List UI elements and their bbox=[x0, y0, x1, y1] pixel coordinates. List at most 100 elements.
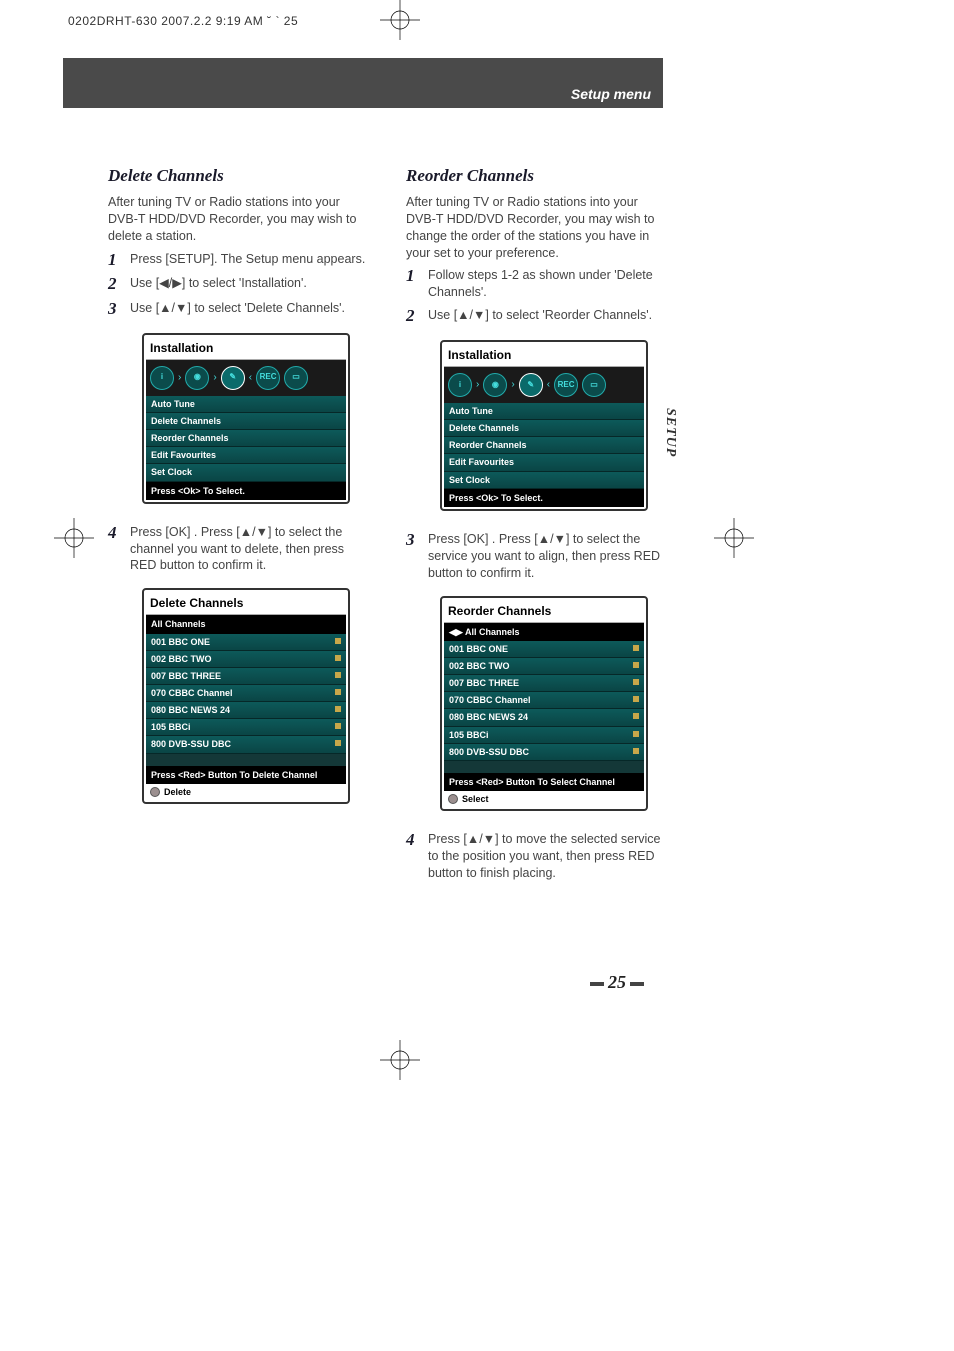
globe-icon: ◉ bbox=[483, 373, 507, 397]
step-number: 2 bbox=[108, 275, 130, 294]
channel-row[interactable]: 080 BBC NEWS 24 bbox=[444, 709, 644, 726]
channel-row[interactable]: 002 BBC TWO bbox=[146, 651, 346, 668]
marker-icon bbox=[335, 740, 341, 746]
osd-menu-item[interactable]: Reorder Channels bbox=[146, 430, 346, 447]
osd-installation: Installation i › ◉ › ✎ ‹ REC ▭ Auto Tune… bbox=[440, 340, 648, 511]
osd-reorder-channels: Reorder Channels ◀▶ All Channels 001 BBC… bbox=[440, 596, 648, 812]
step-text: Use [◀/▶] to select 'Installation'. bbox=[130, 275, 370, 294]
osd-footer: Press <Ok> To Select. bbox=[146, 482, 346, 500]
section-title-delete: Delete Channels bbox=[108, 165, 370, 188]
channel-row[interactable]: 105 BBCi bbox=[146, 719, 346, 736]
osd-title: Delete Channels bbox=[146, 592, 346, 615]
osd-footer: Press <Red> Button To Delete Channel bbox=[146, 766, 346, 784]
step-number: 2 bbox=[406, 307, 428, 326]
crop-mark-right bbox=[714, 518, 754, 563]
osd-delete-channels: Delete Channels All Channels 001 BBC ONE… bbox=[142, 588, 350, 804]
step-text: Use [▲/▼] to select 'Reorder Channels'. bbox=[428, 307, 668, 326]
osd-title: Installation bbox=[146, 337, 346, 360]
tv-icon: ▭ bbox=[284, 366, 308, 390]
step-number: 3 bbox=[406, 531, 428, 582]
osd-icon-row: i › ◉ › ✎ ‹ REC ▭ bbox=[444, 367, 644, 403]
marker-icon bbox=[633, 713, 639, 719]
crop-mark-left bbox=[54, 518, 94, 563]
info-icon: i bbox=[448, 373, 472, 397]
osd-title: Installation bbox=[444, 344, 644, 367]
channel-row[interactable]: 800 DVB-SSU DBC bbox=[146, 736, 346, 753]
osd-menu-item[interactable]: Reorder Channels bbox=[444, 437, 644, 454]
osd-footer: Press <Ok> To Select. bbox=[444, 489, 644, 507]
page-bar-icon bbox=[630, 982, 644, 986]
chevron-left-icon: ‹ bbox=[547, 378, 550, 392]
step-text: Press [OK] . Press [▲/▼] to select the s… bbox=[428, 531, 668, 582]
osd-menu-item[interactable]: Set Clock bbox=[444, 472, 644, 489]
globe-icon: ◉ bbox=[185, 366, 209, 390]
osd-icon-row: i › ◉ › ✎ ‹ REC ▭ bbox=[146, 360, 346, 396]
osd-band: ◀▶ All Channels bbox=[444, 623, 644, 641]
step-text: Press [▲/▼] to move the selected service… bbox=[428, 831, 668, 882]
rec-icon: REC bbox=[554, 373, 578, 397]
osd-menu-list: Auto Tune Delete Channels Reorder Channe… bbox=[146, 396, 346, 482]
osd-menu-item[interactable]: Set Clock bbox=[146, 464, 346, 481]
osd-subfooter: Delete bbox=[146, 784, 346, 800]
marker-icon bbox=[633, 696, 639, 702]
channel-row[interactable]: 080 BBC NEWS 24 bbox=[146, 702, 346, 719]
step-number: 1 bbox=[108, 251, 130, 270]
intro-text: After tuning TV or Radio stations into y… bbox=[406, 194, 668, 262]
step: 1 Follow steps 1-2 as shown under 'Delet… bbox=[406, 267, 668, 301]
rec-icon: REC bbox=[256, 366, 280, 390]
marker-icon bbox=[335, 689, 341, 695]
step-number: 4 bbox=[108, 524, 130, 575]
step: 3 Press [OK] . Press [▲/▼] to select the… bbox=[406, 531, 668, 582]
osd-footer: Press <Red> Button To Select Channel bbox=[444, 773, 644, 791]
chevron-right-icon: › bbox=[511, 378, 514, 392]
page-bar-icon bbox=[590, 982, 604, 986]
crop-mark-bottom bbox=[380, 1040, 420, 1085]
channel-row[interactable]: 070 CBBC Channel bbox=[444, 692, 644, 709]
channel-row[interactable]: 001 BBC ONE bbox=[444, 641, 644, 658]
marker-icon bbox=[633, 662, 639, 668]
marker-icon bbox=[335, 706, 341, 712]
osd-menu-item[interactable]: Edit Favourites bbox=[146, 447, 346, 464]
marker-icon bbox=[335, 638, 341, 644]
step: 4 Press [▲/▼] to move the selected servi… bbox=[406, 831, 668, 882]
channel-row[interactable]: 105 BBCi bbox=[444, 727, 644, 744]
red-button-icon bbox=[448, 794, 458, 804]
marker-icon bbox=[335, 672, 341, 678]
info-icon: i bbox=[150, 366, 174, 390]
channel-row[interactable]: 800 DVB-SSU DBC bbox=[444, 744, 644, 761]
osd-title: Reorder Channels bbox=[444, 600, 644, 623]
marker-icon bbox=[633, 679, 639, 685]
chevron-left-icon: ‹ bbox=[249, 371, 252, 385]
step: 4 Press [OK] . Press [▲/▼] to select the… bbox=[108, 524, 370, 575]
channel-row[interactable]: 070 CBBC Channel bbox=[146, 685, 346, 702]
channel-row[interactable]: 007 BBC THREE bbox=[146, 668, 346, 685]
chevron-right-icon: › bbox=[178, 371, 181, 385]
crop-mark-top bbox=[380, 0, 420, 40]
step: 2 Use [◀/▶] to select 'Installation'. bbox=[108, 275, 370, 294]
osd-subfooter: Select bbox=[444, 791, 644, 807]
osd-menu-item[interactable]: Delete Channels bbox=[146, 413, 346, 430]
marker-icon bbox=[335, 723, 341, 729]
osd-menu-item[interactable]: Delete Channels bbox=[444, 420, 644, 437]
channel-row[interactable]: 002 BBC TWO bbox=[444, 658, 644, 675]
wrench-icon: ✎ bbox=[221, 366, 245, 390]
osd-menu-item[interactable]: Edit Favourites bbox=[444, 454, 644, 471]
tv-icon: ▭ bbox=[582, 373, 606, 397]
osd-installation: Installation i › ◉ › ✎ ‹ REC ▭ Auto Tune… bbox=[142, 333, 350, 504]
channel-row[interactable]: 001 BBC ONE bbox=[146, 634, 346, 651]
osd-band: All Channels bbox=[146, 615, 346, 633]
marker-icon bbox=[633, 645, 639, 651]
osd-menu-item[interactable]: Auto Tune bbox=[146, 396, 346, 413]
chevron-right-icon: › bbox=[476, 378, 479, 392]
step: 1 Press [SETUP]. The Setup menu appears. bbox=[108, 251, 370, 270]
header-band: Setup menu bbox=[63, 58, 663, 108]
section-title-reorder: Reorder Channels bbox=[406, 165, 668, 188]
channel-row[interactable]: 007 BBC THREE bbox=[444, 675, 644, 692]
page-number: 25 bbox=[586, 972, 648, 993]
print-header: 0202DRHT-630 2007.2.2 9:19 AM ˘ ` 25 bbox=[68, 14, 298, 28]
chevron-right-icon: › bbox=[213, 371, 216, 385]
osd-menu-list: Auto Tune Delete Channels Reorder Channe… bbox=[444, 403, 644, 489]
step-number: 3 bbox=[108, 300, 130, 319]
red-button-icon bbox=[150, 787, 160, 797]
osd-menu-item[interactable]: Auto Tune bbox=[444, 403, 644, 420]
